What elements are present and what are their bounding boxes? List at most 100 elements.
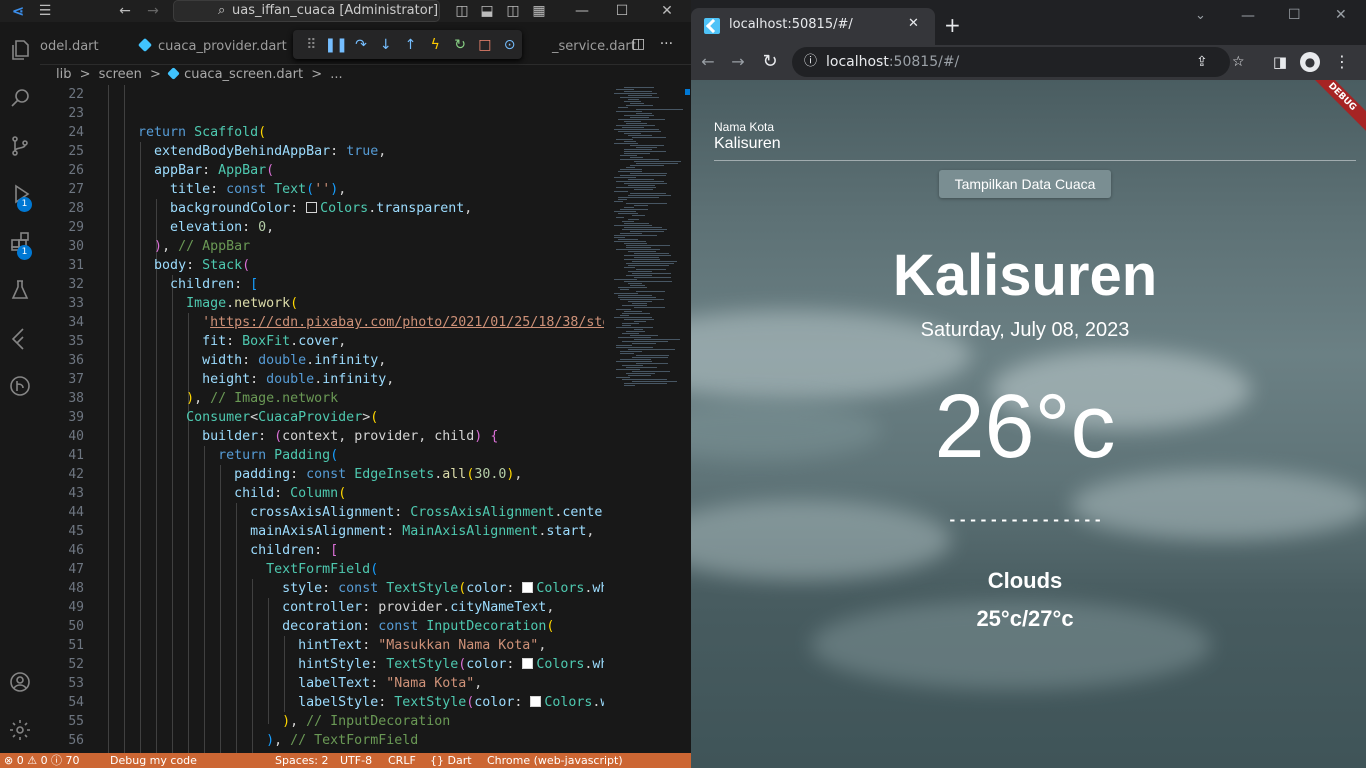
minimap-line [630,335,658,336]
chrome-menu-icon[interactable]: ⋮ [1332,52,1352,72]
code-line: width: double.infinity, [202,353,387,368]
encoding-indicator[interactable]: UTF-8 [340,753,372,768]
devtools-search-icon[interactable]: ⊙ [497,37,522,53]
minimap-line [632,357,669,358]
bookmark-star-icon[interactable]: ☆ [1232,47,1245,77]
debug-indicator[interactable]: Debug my code [110,753,197,768]
chrome-minimize-icon[interactable]: — [1241,6,1255,26]
minimap-line [624,243,648,244]
step-over-icon[interactable]: ↷ [349,37,374,53]
breadcrumb-item[interactable]: cuaca_screen.dart [184,67,303,82]
toggle-sidebar-icon[interactable]: ◫ [452,0,472,22]
minimap-line [616,89,634,90]
minimap-line [636,363,669,364]
device-indicator[interactable]: Chrome (web-javascript) [487,753,623,768]
step-out-icon[interactable]: ↑ [398,37,423,53]
reload-icon[interactable]: ↻ [759,52,781,72]
side-panel-icon[interactable]: ◨ [1270,52,1290,72]
settings-gear-icon[interactable] [0,710,40,750]
language-indicator[interactable]: {} Dart [430,753,472,768]
eol-indicator[interactable]: CRLF [388,753,416,768]
site-info-icon[interactable]: ⓘ [804,47,817,77]
minimap-line [614,129,660,130]
maximize-icon[interactable]: ☐ [610,0,634,22]
address-bar[interactable]: ⓘ localhost:50815/#/ ⇪ ☆ [792,47,1245,77]
more-actions-icon[interactable]: ··· [660,36,673,52]
minimap-line [632,303,648,304]
testing-icon[interactable] [0,270,40,310]
split-editor-icon[interactable]: ◫ [632,36,645,52]
source-control-icon[interactable] [0,126,40,166]
drag-handle-icon[interactable]: ⠿ [299,37,324,53]
customize-layout-icon[interactable]: ▦ [529,0,549,22]
breadcrumb-item[interactable]: ... [330,67,342,82]
tab-close-icon[interactable]: ✕ [908,16,919,31]
git-graph-icon[interactable] [0,366,40,406]
minimap-line [624,223,649,224]
toggle-panel-icon[interactable]: ⬓ [477,0,497,22]
new-tab-icon[interactable]: + [944,15,961,35]
minimap-line [624,255,671,256]
code-line: TextFormField( [266,562,379,577]
hot-reload-icon[interactable]: ϟ [423,37,448,53]
show-weather-button[interactable]: Tampilkan Data Cuaca [939,170,1111,198]
restart-icon[interactable]: ↻ [448,37,473,53]
run-debug-icon[interactable]: 1 [0,174,40,214]
minimize-icon[interactable]: — [570,0,594,22]
minimap-line [616,249,660,250]
minimap-line [624,91,653,92]
tab-cuaca-provider[interactable]: cuaca_provider.dart [126,30,294,65]
browser-forward-icon[interactable]: → [727,52,749,72]
menu-icon[interactable]: ☰ [33,0,57,22]
search-icon[interactable] [0,78,40,118]
toggle-secondary-sidebar-icon[interactable]: ◫ [503,0,523,22]
line-number: 53 [68,676,84,691]
breadcrumb-item[interactable]: lib [56,67,71,82]
step-into-icon[interactable]: ↓ [373,37,398,53]
minimap-line [622,127,644,128]
browser-tab[interactable]: localhost:50815/#/ ✕ [691,8,935,45]
code-line: title: const Text(''), [170,182,347,197]
code-line: crossAxisAlignment: CrossAxisAlignment.c… [250,505,604,520]
minimap-line [636,291,665,292]
editor-scrollbar[interactable] [684,85,691,753]
command-center[interactable]: ⌕ uas_iffan_cuaca [Administrator] [173,0,440,22]
line-number: 30 [68,239,84,254]
share-icon[interactable]: ⇪ [1196,47,1208,77]
minimap-line [628,301,652,302]
indentation-indicator[interactable]: Spaces: 2 [275,753,328,768]
minimap-line [622,379,667,380]
code-line: Image.network( [186,296,299,311]
minimap-line [626,123,648,124]
chrome-close-icon[interactable]: ✕ [1335,5,1347,25]
minimap-line [636,355,669,356]
problems-indicator[interactable]: ⊗ 0 ⚠ 0 ⓘ 70 [4,753,80,768]
tab-search-chevron-icon[interactable]: ⌄ [1195,6,1206,26]
minimap[interactable] [604,85,684,753]
back-arrow-icon[interactable]: ← [113,0,137,22]
dart-file-icon [137,37,153,53]
minimap-line [632,273,672,274]
code-line: labelText: "Nama Kota", [298,676,483,691]
city-input-field[interactable]: Nama Kota Kalisuren [714,118,1356,161]
close-icon[interactable]: ✕ [655,0,679,22]
extensions-icon[interactable]: 1 [0,222,40,262]
pause-icon[interactable]: ❚❚ [324,37,349,53]
breadcrumb-item[interactable]: screen [99,67,142,82]
profile-avatar-icon[interactable]: ● [1300,52,1320,72]
tab-label: cuaca_provider.dart [158,39,287,54]
code-line: return Scaffold( [138,125,267,140]
line-number: 22 [68,87,84,102]
minimap-line [628,195,671,196]
chrome-maximize-icon[interactable]: ☐ [1288,5,1301,25]
account-icon[interactable] [0,662,40,702]
minimap-line [622,365,644,366]
stop-icon[interactable]: □ [472,37,497,53]
tab-model-dart[interactable]: odel.dart [26,30,118,65]
code-editor[interactable]: return Scaffold( extendBodyBehindAppBar:… [106,85,604,753]
weather-date: Saturday, July 08, 2023 [920,319,1130,341]
forward-arrow-icon[interactable]: → [141,0,165,22]
code-line: children: [ [170,277,259,292]
flutter-icon[interactable] [0,318,40,358]
browser-back-icon[interactable]: ← [697,52,719,72]
